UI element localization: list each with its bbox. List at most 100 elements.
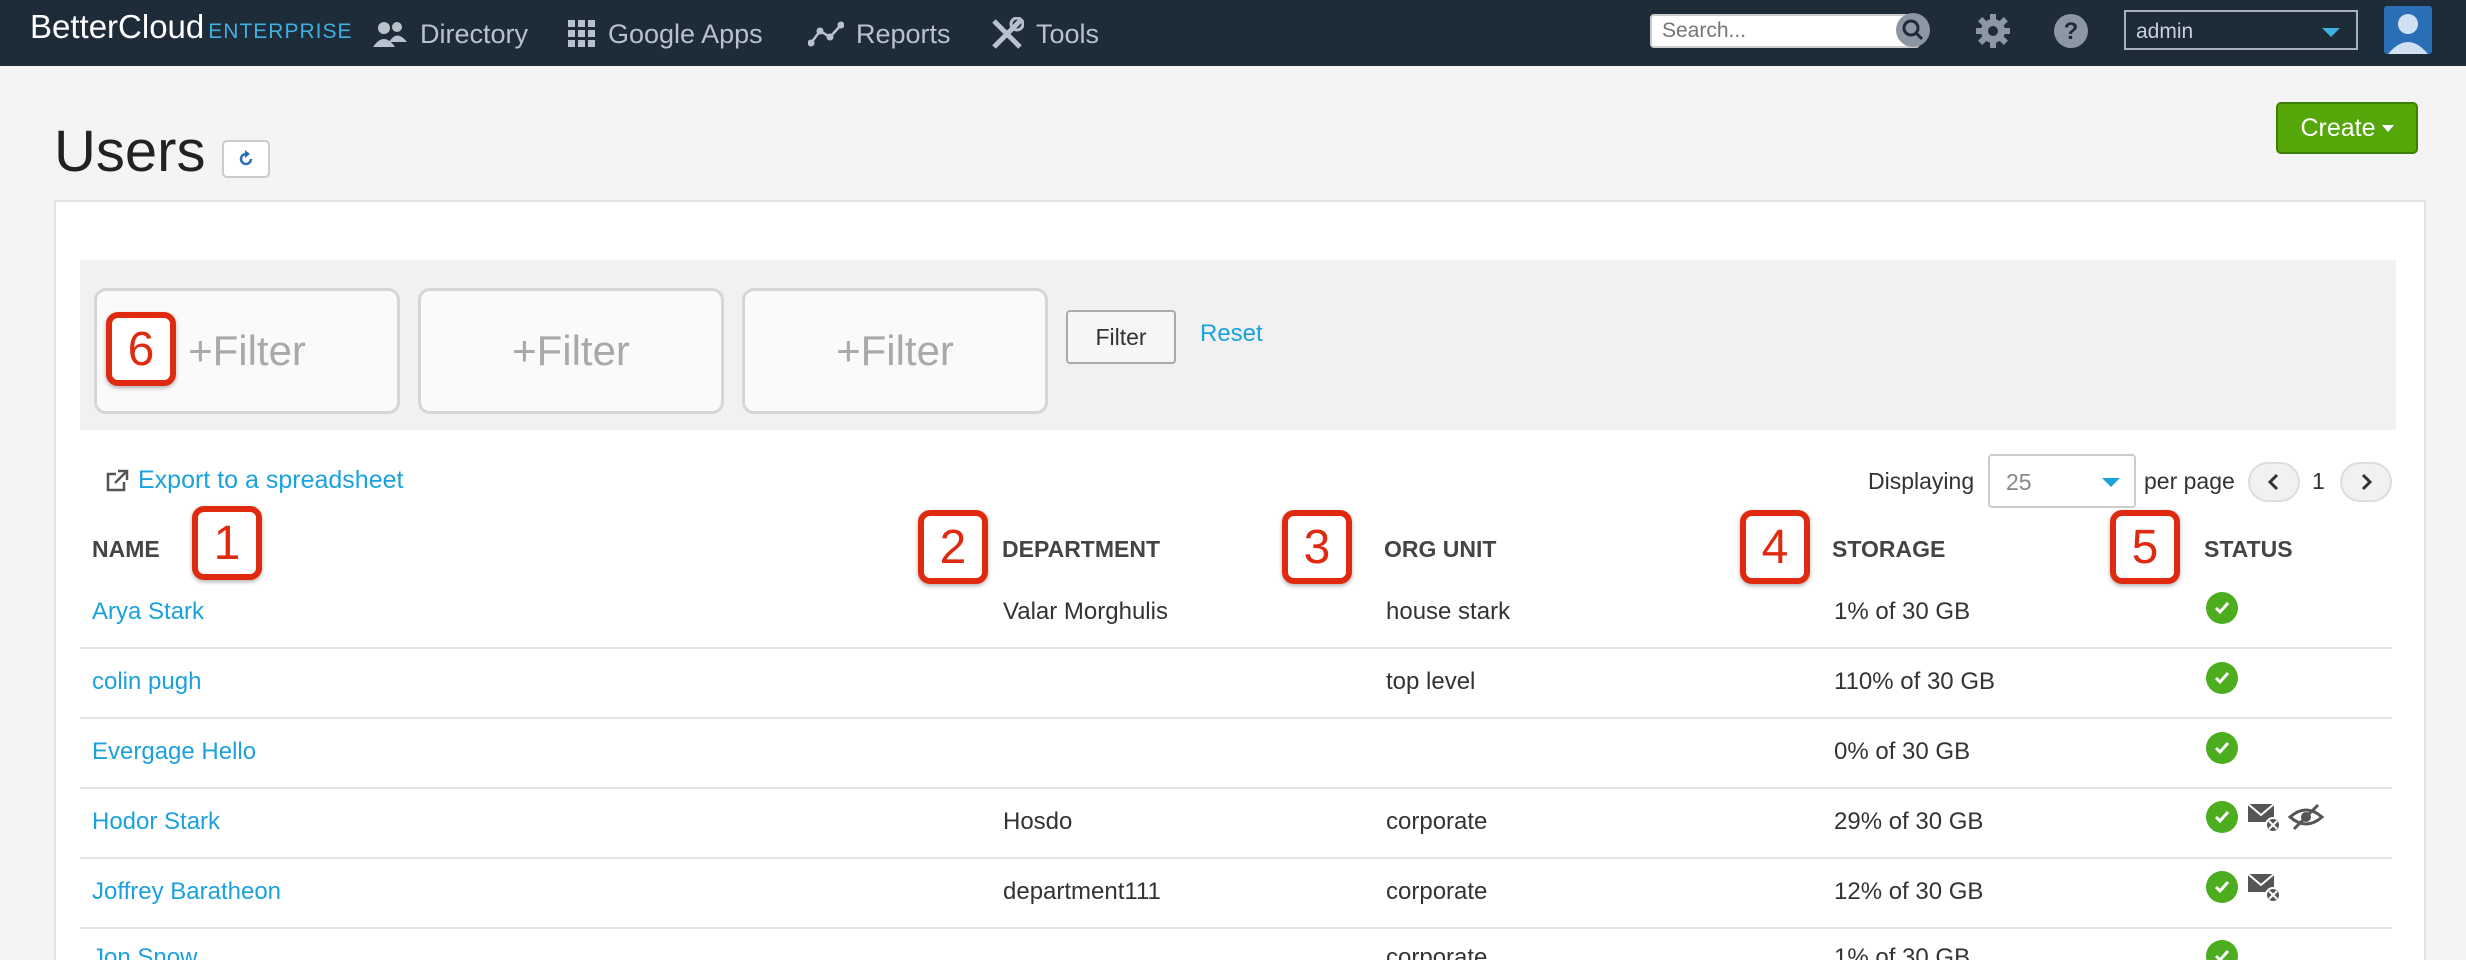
hidden-eye-icon — [2288, 803, 2324, 831]
check-circle-icon — [2206, 732, 2238, 764]
brand-logo[interactable]: BetterCloud ENTERPRISE — [30, 8, 352, 46]
nav-tools-label: Tools — [1036, 18, 1100, 49]
chart-line-icon — [808, 21, 844, 47]
callout-marker-3: 3 — [1282, 510, 1352, 584]
user-name-link[interactable]: Arya Stark — [92, 598, 204, 626]
org-unit-cell: corporate — [1386, 878, 1488, 905]
callout-marker-5: 5 — [2110, 510, 2180, 584]
status-cell — [2206, 940, 2246, 960]
current-page: 1 — [2312, 468, 2325, 494]
row-divider — [80, 717, 2392, 719]
row-divider — [80, 927, 2392, 929]
storage-cell: 29% of 30 GB — [1834, 808, 1984, 835]
help-icon[interactable]: ? — [2052, 12, 2090, 50]
nav-google-apps-label: Google Apps — [608, 18, 763, 49]
brand-edition: ENTERPRISE — [208, 20, 353, 43]
row-divider — [80, 787, 2392, 789]
org-unit-cell: top level — [1386, 668, 1476, 695]
status-cell — [2206, 662, 2246, 694]
nav-directory[interactable]: Directory — [372, 14, 528, 54]
callout-marker-4: 4 — [1740, 510, 1810, 584]
nav-reports-label: Reports — [856, 18, 951, 49]
check-circle-icon — [2206, 662, 2238, 694]
per-page-label: per page — [2144, 468, 2235, 494]
user-name-link[interactable]: Evergage Hello — [92, 738, 256, 766]
brand-name: BetterCloud — [30, 8, 205, 45]
callout-marker-6: 6 — [106, 312, 176, 386]
status-cell — [2206, 800, 2324, 834]
user-name-link[interactable]: Joffrey Baratheon — [92, 878, 281, 906]
status-cell — [2206, 870, 2282, 904]
callout-marker-1: 1 — [192, 506, 262, 580]
tools-icon — [992, 17, 1024, 49]
displaying-label: Displaying — [1868, 468, 1975, 494]
row-divider — [80, 857, 2392, 859]
org-unit-cell: house stark — [1386, 598, 1511, 625]
export-link[interactable]: Export to a spreadsheet — [104, 466, 403, 495]
avatar[interactable] — [2384, 6, 2432, 54]
chevron-down-icon — [2102, 478, 2120, 487]
refresh-button[interactable] — [222, 140, 270, 178]
external-link-icon — [106, 469, 129, 491]
filter-slot-label: +Filter — [188, 327, 306, 374]
export-label: Export to a spreadsheet — [138, 466, 404, 494]
check-circle-icon — [2206, 592, 2238, 624]
storage-cell: 1% of 30 GB — [1834, 944, 1971, 960]
check-circle-icon — [2206, 940, 2238, 960]
grid-icon — [568, 20, 595, 47]
storage-cell: 0% of 30 GB — [1834, 738, 1971, 765]
storage-cell: 12% of 30 GB — [1834, 878, 1984, 905]
user-name-link[interactable]: colin pugh — [92, 668, 201, 696]
account-value: admin — [2136, 20, 2194, 43]
check-circle-icon — [2206, 871, 2238, 903]
department-cell: Valar Morghulis — [1003, 598, 1168, 625]
mail-disabled-icon — [2247, 803, 2281, 833]
create-button-label: Create — [2300, 113, 2376, 142]
refresh-icon — [239, 150, 253, 166]
org-unit-cell: corporate — [1386, 944, 1488, 960]
search-icon[interactable] — [1896, 13, 1930, 47]
check-circle-icon — [2206, 801, 2238, 833]
top-navbar — [0, 0, 2466, 66]
user-name-link[interactable]: Hodor Stark — [92, 808, 220, 836]
filter-button[interactable]: Filter — [1066, 310, 1176, 364]
chevron-down-icon — [2381, 124, 2394, 132]
department-cell: Hosdo — [1003, 808, 1073, 835]
filter-slot-2[interactable]: +Filter — [418, 288, 724, 414]
chevron-right-icon — [2361, 473, 2373, 491]
next-page-button[interactable] — [2340, 462, 2392, 502]
department-cell: department111 — [1003, 878, 1161, 905]
users-icon — [373, 22, 407, 47]
column-header-department[interactable]: DEPARTMENT — [1002, 536, 1160, 563]
column-header-org-unit[interactable]: ORG UNIT — [1384, 536, 1496, 563]
column-header-storage[interactable]: STORAGE — [1832, 536, 1945, 563]
search-input[interactable] — [1650, 14, 1920, 48]
nav-directory-label: Directory — [420, 18, 529, 49]
nav-tools[interactable]: Tools — [990, 14, 1099, 54]
account-select[interactable]: admin — [2124, 10, 2358, 50]
org-unit-cell: corporate — [1386, 808, 1488, 835]
status-cell — [2206, 592, 2246, 624]
chevron-down-icon — [2322, 28, 2340, 37]
per-page-select[interactable]: 25 — [1988, 454, 2136, 508]
reset-link[interactable]: Reset — [1200, 320, 1263, 348]
storage-cell: 1% of 30 GB — [1834, 598, 1971, 625]
user-name-link[interactable]: Jon Snow — [92, 944, 197, 960]
status-cell — [2206, 732, 2246, 764]
create-button[interactable]: Create — [2276, 102, 2418, 154]
svg-text:?: ? — [2064, 18, 2079, 45]
prev-page-button[interactable] — [2248, 462, 2300, 502]
mail-disabled-icon — [2247, 873, 2281, 903]
row-divider — [80, 647, 2392, 649]
nav-google-apps[interactable]: Google Apps — [568, 14, 763, 54]
column-header-name[interactable]: NAME — [92, 536, 160, 563]
page-title: Users — [54, 119, 206, 184]
column-header-status[interactable]: STATUS — [2204, 536, 2293, 563]
filter-slot-label: +Filter — [512, 327, 630, 374]
nav-reports[interactable]: Reports — [808, 14, 951, 54]
callout-marker-2: 2 — [918, 510, 988, 584]
storage-cell: 110% of 30 GB — [1834, 668, 1995, 695]
filter-slot-3[interactable]: +Filter — [742, 288, 1048, 414]
per-page-value: 25 — [2006, 469, 2032, 495]
gear-icon[interactable] — [1974, 12, 2012, 50]
